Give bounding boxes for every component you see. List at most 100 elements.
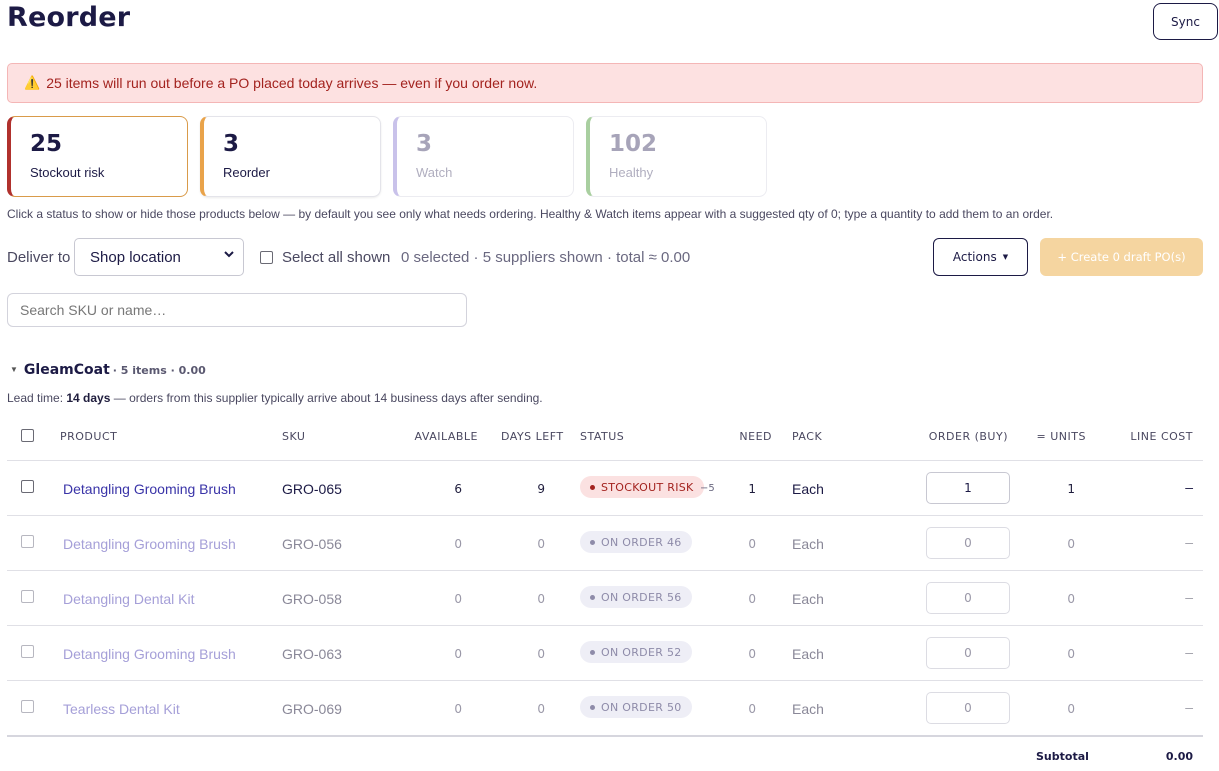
col-header-available: AVAILABLE — [414, 430, 478, 443]
status-label: Stockout risk — [30, 164, 105, 180]
subtotal-label: Subtotal — [1036, 750, 1089, 763]
status-hint: Click a status to show or hide those pro… — [7, 207, 1054, 221]
supplier-name: GleamCoat — [23, 362, 110, 378]
sku-cell: GRO-056 — [282, 536, 342, 552]
units-cell: 0 — [1067, 537, 1075, 551]
row-checkbox[interactable] — [21, 700, 34, 713]
supplier-meta: · 5 items · 0.00 — [112, 364, 206, 377]
table-row: Tearless Dental Kit GRO-069 0 0 ON ORDER… — [7, 680, 1203, 735]
actions-button[interactable]: Actions ▼ — [933, 238, 1028, 276]
units-cell: 0 — [1067, 647, 1075, 661]
days-left-cell: 0 — [537, 702, 545, 716]
available-cell: 0 — [454, 537, 462, 551]
pack-cell: Each — [792, 646, 824, 662]
status-text: ON ORDER 56 — [601, 590, 682, 604]
lead-days: 14 days — [66, 391, 111, 405]
available-cell: 6 — [454, 482, 462, 496]
sku-cell: GRO-063 — [282, 646, 342, 662]
pack-cell: Each — [792, 701, 824, 717]
lead-suffix: — orders from this supplier typically ar… — [110, 391, 543, 405]
product-link[interactable]: Detangling Grooming Brush — [63, 536, 236, 552]
days-left-cell: 0 — [537, 537, 545, 551]
need-cell: 1 — [748, 482, 756, 496]
status-dot-icon — [590, 539, 595, 545]
units-cell: 0 — [1067, 702, 1075, 716]
create-draft-po-button[interactable]: + Create 0 draft PO(s) — [1040, 238, 1203, 276]
select-all-label: Select all shown — [282, 249, 391, 266]
supplier-group-header[interactable]: ▼ GleamCoat · 5 items · 0.00 — [10, 362, 206, 378]
select-all-toggle[interactable]: Select all shown — [260, 249, 390, 266]
status-dot-icon — [590, 704, 595, 710]
order-qty-input[interactable]: 0 — [926, 527, 1010, 559]
order-qty-input[interactable]: 1 — [926, 472, 1010, 504]
product-link[interactable]: Tearless Dental Kit — [63, 701, 180, 717]
pack-cell: Each — [792, 591, 824, 607]
status-text: STOCKOUT RISK — [601, 480, 694, 494]
units-cell: 0 — [1067, 592, 1075, 606]
status-count: 25 — [30, 131, 63, 157]
row-checkbox[interactable] — [21, 590, 34, 603]
alert-text: 25 items will run out before a PO placed… — [46, 75, 538, 91]
deliver-to-select[interactable]: Shop location — [74, 238, 244, 276]
actions-label: Actions — [952, 250, 997, 264]
row-checkbox[interactable] — [21, 480, 34, 493]
col-header-units: = UNITS — [1036, 430, 1086, 443]
deliver-to-value: Shop location — [90, 248, 181, 266]
collapse-triangle-icon[interactable]: ▼ — [10, 365, 18, 374]
days-left-cell: 9 — [537, 482, 545, 496]
col-header-status: STATUS — [580, 430, 625, 443]
col-header-need: NEED — [739, 430, 772, 443]
lead-prefix: Lead time: — [7, 391, 67, 405]
col-header-product: PRODUCT — [60, 430, 118, 443]
line-cost-cell: – — [1185, 479, 1193, 495]
available-cell: 0 — [454, 702, 462, 716]
sync-button[interactable]: Sync — [1153, 3, 1218, 40]
order-qty-input[interactable]: 0 — [926, 582, 1010, 614]
status-dot-icon — [590, 484, 595, 490]
caret-down-icon: ▼ — [1002, 253, 1009, 261]
row-checkbox[interactable] — [21, 535, 34, 548]
table-row: Detangling Grooming Brush GRO-065 6 9 ST… — [7, 460, 1203, 515]
status-card-reorder[interactable]: 3 Reorder — [200, 116, 381, 197]
table-row: Detangling Grooming Brush GRO-056 0 0 ON… — [7, 515, 1203, 570]
status-text: ON ORDER 46 — [601, 535, 682, 549]
line-cost-cell: – — [1185, 644, 1193, 660]
product-link[interactable]: Detangling Grooming Brush — [63, 481, 236, 497]
select-all-checkbox[interactable] — [260, 251, 273, 264]
status-card-watch[interactable]: 3 Watch — [393, 116, 574, 197]
order-qty-input[interactable]: 0 — [926, 692, 1010, 724]
days-left-cell: 0 — [537, 647, 545, 661]
warning-icon: ⚠️ — [24, 75, 41, 90]
status-card-healthy[interactable]: 102 Healthy — [586, 116, 767, 197]
line-cost-cell: – — [1185, 589, 1193, 605]
need-cell: 0 — [748, 537, 756, 551]
status-count: 3 — [416, 131, 433, 157]
status-card-stockout-risk[interactable]: 25 Stockout risk — [7, 116, 188, 197]
page-title: Reorder — [7, 2, 131, 33]
sku-cell: GRO-069 — [282, 701, 342, 717]
status-label: Healthy — [609, 164, 654, 180]
header-select-checkbox[interactable] — [21, 429, 34, 442]
status-badge: ON ORDER 56 — [580, 586, 692, 608]
selection-summary: 0 selected · 5 suppliers shown · total ≈… — [401, 249, 691, 266]
status-count: 102 — [609, 131, 658, 157]
need-cell: 0 — [748, 702, 756, 716]
pack-cell: Each — [792, 481, 824, 497]
sku-cell: GRO-065 — [282, 481, 342, 497]
search-input[interactable]: Search SKU or name… — [7, 293, 467, 327]
days-left-cell: 0 — [537, 592, 545, 606]
sku-cell: GRO-058 — [282, 591, 342, 607]
product-link[interactable]: Detangling Grooming Brush — [63, 646, 236, 662]
product-link[interactable]: Detangling Dental Kit — [63, 591, 195, 607]
col-header-order-buy: ORDER (BUY) — [928, 430, 1008, 443]
available-cell: 0 — [454, 592, 462, 606]
row-checkbox[interactable] — [21, 645, 34, 658]
days-delta: −5 — [700, 483, 715, 494]
subtotal-value: 0.00 — [1165, 750, 1193, 763]
order-qty-input[interactable]: 0 — [926, 637, 1010, 669]
chevron-down-icon — [224, 251, 234, 258]
status-badge: ON ORDER 52 — [580, 641, 692, 663]
table-footer-divider — [7, 735, 1203, 737]
status-badge: ON ORDER 46 — [580, 531, 692, 553]
need-cell: 0 — [748, 592, 756, 606]
